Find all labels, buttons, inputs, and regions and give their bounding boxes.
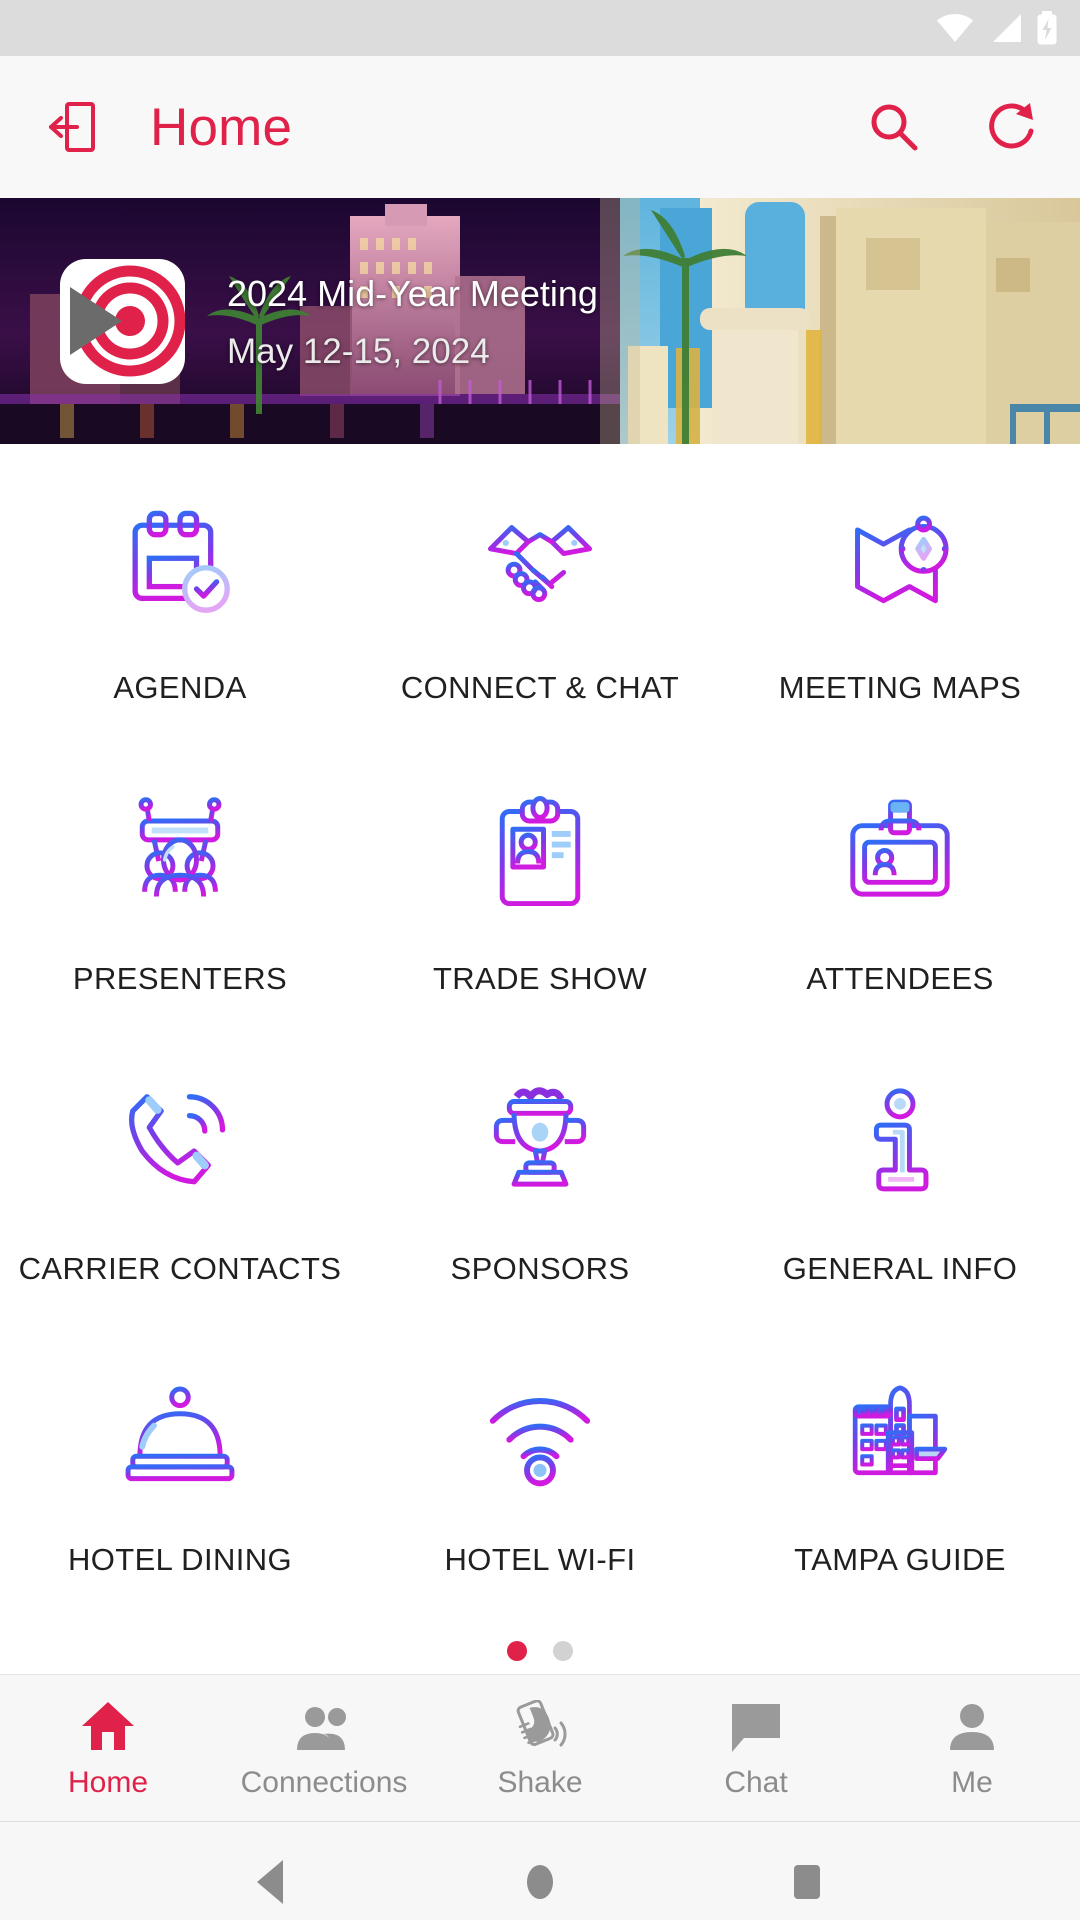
bottom-tab-bar: Home Connections Shake Chat Me xyxy=(0,1674,1080,1822)
grid-tile-label: CONNECT & CHAT xyxy=(400,670,680,705)
grid-tile-attendees[interactable]: ATTENDEES xyxy=(720,757,1080,1048)
grid-tile-label: GENERAL INFO xyxy=(782,1251,1018,1286)
grid-tile-trade-show[interactable]: TRADE SHOW xyxy=(360,757,720,1048)
tab-shake[interactable]: Shake xyxy=(432,1675,648,1821)
people-icon xyxy=(294,1696,354,1752)
banner-subtitle: May 12-15, 2024 xyxy=(227,331,490,371)
podium-speakers-icon xyxy=(117,791,243,917)
battery-charging-icon xyxy=(1036,11,1058,45)
page-dot-active[interactable] xyxy=(507,1641,527,1661)
phone-signal-icon xyxy=(117,1081,243,1207)
grid-tile-label: CARRIER CONTACTS xyxy=(18,1251,342,1286)
tab-label: Me xyxy=(951,1766,993,1799)
tab-label: Connections xyxy=(240,1766,408,1799)
grid-tile-label: HOTEL DINING xyxy=(67,1541,293,1577)
grid-tile-label: ATTENDEES xyxy=(806,960,994,996)
shake-phone-icon xyxy=(511,1696,569,1752)
app-bar: Home xyxy=(0,56,1080,198)
status-bar xyxy=(0,0,1080,56)
food-cloche-bell-icon xyxy=(117,1372,243,1498)
home-grid-area: AGENDA CONNECT & CHAT MEETING MAPS PRESE… xyxy=(0,444,1080,1674)
calendar-check-icon xyxy=(117,500,243,626)
grid-tile-carrier-contacts[interactable]: CARRIER CONTACTS xyxy=(0,1047,360,1338)
feature-grid: AGENDA CONNECT & CHAT MEETING MAPS PRESE… xyxy=(0,444,1080,1628)
recents-square-icon[interactable] xyxy=(767,1842,847,1920)
id-badge-icon xyxy=(837,791,963,917)
clipboard-profile-icon xyxy=(477,791,603,917)
banner-content: 2024 Mid-Year Meeting May 12-15, 2024 xyxy=(0,198,1080,444)
tab-home[interactable]: Home xyxy=(0,1675,216,1821)
trophy-icon xyxy=(477,1081,603,1207)
page-indicator[interactable] xyxy=(0,1628,1080,1674)
grid-tile-label: SPONSORS xyxy=(450,1251,630,1286)
tab-chat[interactable]: Chat xyxy=(648,1675,864,1821)
tab-label: Chat xyxy=(724,1766,788,1799)
grid-tile-general-info[interactable]: GENERAL INFO xyxy=(720,1047,1080,1338)
page-dot[interactable] xyxy=(553,1641,573,1661)
refresh-icon[interactable] xyxy=(980,95,1044,159)
grid-tile-label: HOTEL WI-FI xyxy=(444,1541,636,1577)
wifi-icon xyxy=(936,13,974,43)
tab-label: Shake xyxy=(497,1766,583,1799)
grid-tile-label: TAMPA GUIDE xyxy=(794,1541,1006,1577)
map-compass-icon xyxy=(837,500,963,626)
search-icon[interactable] xyxy=(862,95,926,159)
grid-tile-label: AGENDA xyxy=(113,670,247,705)
info-i-icon xyxy=(837,1081,963,1207)
app-bar-actions xyxy=(862,95,1044,159)
back-icon[interactable] xyxy=(233,1842,313,1920)
android-navigation-bar xyxy=(0,1822,1080,1920)
tab-label: Home xyxy=(67,1766,149,1799)
grid-tile-presenters[interactable]: PRESENTERS xyxy=(0,757,360,1048)
grid-tile-connect-chat[interactable]: CONNECT & CHAT xyxy=(360,466,720,757)
grid-tile-agenda[interactable]: AGENDA xyxy=(0,466,360,757)
event-banner[interactable]: 2024 Mid-Year Meeting May 12-15, 2024 xyxy=(0,198,1080,444)
person-icon xyxy=(947,1696,997,1752)
home-circle-icon[interactable] xyxy=(500,1842,580,1920)
grid-tile-meeting-maps[interactable]: MEETING MAPS xyxy=(720,466,1080,757)
app-logo-target-play xyxy=(60,258,185,384)
page-title: Home xyxy=(150,97,293,157)
house-icon xyxy=(80,1696,136,1752)
app-bar-left: Home xyxy=(36,91,292,163)
banner-title: 2024 Mid-Year Meeting xyxy=(227,272,598,314)
logout-icon[interactable] xyxy=(36,91,108,163)
tab-me[interactable]: Me xyxy=(864,1675,1080,1821)
handshake-icon xyxy=(477,500,603,626)
grid-tile-hotel-dining[interactable]: HOTEL DINING xyxy=(0,1338,360,1629)
grid-tile-label: PRESENTERS xyxy=(72,960,288,996)
tab-connections[interactable]: Connections xyxy=(216,1675,432,1821)
city-buildings-icon xyxy=(837,1372,963,1498)
grid-tile-label: TRADE SHOW xyxy=(432,960,648,996)
app-root: Home 2024 Mid-Year Meeting May 12-15, 20… xyxy=(0,0,1080,1920)
grid-tile-label: MEETING MAPS xyxy=(778,670,1022,705)
speech-bubble-icon xyxy=(730,1696,782,1752)
grid-tile-sponsors[interactable]: SPONSORS xyxy=(360,1047,720,1338)
grid-tile-tampa-guide[interactable]: TAMPA GUIDE xyxy=(720,1338,1080,1629)
banner-text: 2024 Mid-Year Meeting May 12-15, 2024 xyxy=(227,271,598,372)
cellular-signal-icon xyxy=(988,13,1022,43)
grid-tile-hotel-wifi[interactable]: HOTEL WI-FI xyxy=(360,1338,720,1629)
wifi-arcs-icon xyxy=(477,1372,603,1498)
